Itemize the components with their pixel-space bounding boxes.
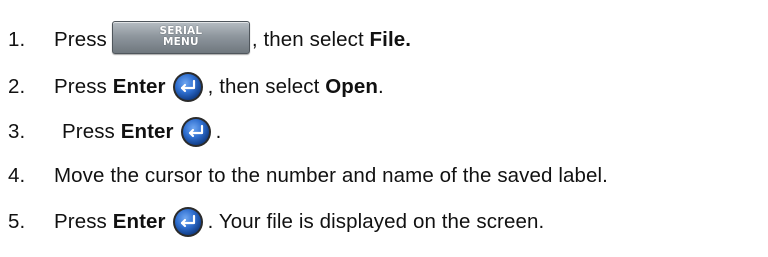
- step-bold-text: Enter: [120, 120, 174, 143]
- step-number: 2.: [8, 75, 26, 98]
- step-number: 4.: [8, 164, 26, 187]
- step-text: .: [378, 75, 384, 98]
- step-text: .: [215, 120, 222, 143]
- enter-key-icon: [172, 206, 204, 238]
- step-number: 5.: [8, 210, 26, 233]
- step-text: Press: [62, 120, 115, 143]
- step-text: , then select: [207, 75, 320, 98]
- key-label-line2: MENU: [163, 36, 199, 48]
- step-2: 2. Press Enter , then select Open.: [8, 69, 384, 105]
- step-bold-text: Enter: [112, 75, 166, 98]
- step-text: , then select: [251, 28, 364, 51]
- serial-menu-key-icon: SERIAL MENU: [111, 20, 250, 54]
- step-5: 5. Press Enter . Your file is displayed …: [8, 204, 544, 240]
- step-text: Press: [54, 210, 107, 233]
- step-text: Press: [54, 28, 107, 51]
- step-number: 3.: [8, 120, 26, 143]
- step-number: 1.: [8, 28, 26, 51]
- step-bold-text: Enter: [112, 210, 166, 233]
- step-text: . Your file is displayed on the screen.: [207, 210, 545, 233]
- step-text: Press: [54, 75, 107, 98]
- step-bold-text: File.: [369, 28, 412, 51]
- step-1: 1. Press SERIAL MENU , then select File.: [8, 20, 412, 58]
- step-text: Move the cursor to the number and name o…: [54, 164, 608, 187]
- enter-key-icon: [172, 71, 204, 103]
- step-4: 4. Move the cursor to the number and nam…: [8, 158, 608, 194]
- step-bold-text: Open: [325, 75, 379, 98]
- step-3: 3. Press Enter .: [8, 114, 221, 150]
- enter-key-icon: [180, 116, 212, 148]
